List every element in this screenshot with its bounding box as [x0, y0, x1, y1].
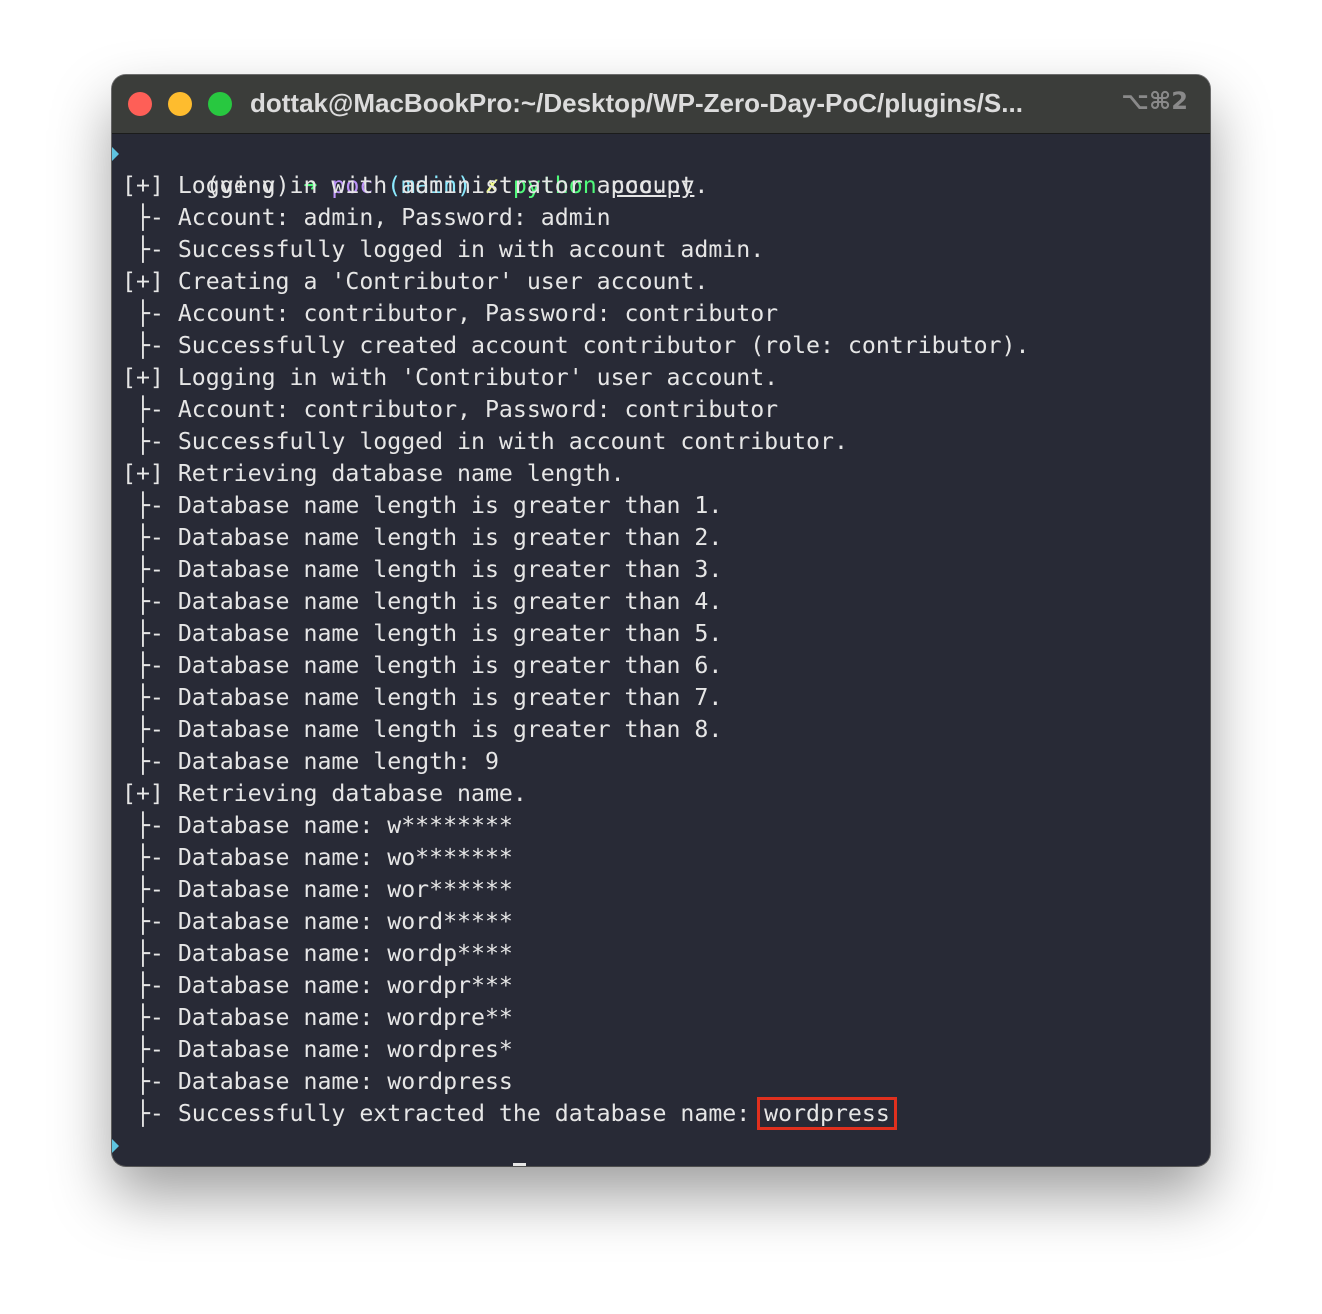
terminal-window: dottak@MacBookPro:~/Desktop/WP-Zero-Day-…: [112, 75, 1210, 1166]
output-line: ├- Account: contributor, Password: contr…: [122, 396, 779, 423]
prompt-git-branch: (main): [387, 1164, 485, 1166]
output-line: ├- Database name length is greater than …: [122, 524, 723, 551]
output-line: [+] Logging in with administrator accoun…: [122, 172, 709, 199]
output-block: [+] Logging in with administrator accoun…: [112, 170, 1210, 1098]
final-output-line: ├- Successfully extracted the database n…: [112, 1097, 1210, 1130]
output-line: ├- Database name: word*****: [122, 908, 513, 935]
output-line: ├- Database name: w********: [122, 812, 513, 839]
output-line: ├- Account: admin, Password: admin: [122, 204, 611, 231]
terminal-content[interactable]: (venv) ➜ poc (main) ✗ python poc.py [+] …: [112, 138, 1210, 1166]
window-title: dottak@MacBookPro:~/Desktop/WP-Zero-Day-…: [250, 88, 1023, 118]
output-line: ├- Database name length is greater than …: [122, 588, 723, 615]
zoom-button[interactable]: [208, 92, 232, 116]
title-bar[interactable]: dottak@MacBookPro:~/Desktop/WP-Zero-Day-…: [112, 75, 1210, 134]
output-line: ├- Database name length is greater than …: [122, 620, 723, 647]
output-line: ├- Database name length is greater than …: [122, 492, 723, 519]
output-line: ├- Database name length: 9: [122, 748, 499, 775]
prompt-dirty-icon: ✗: [485, 1164, 513, 1166]
output-line: ├- Database name: wor******: [122, 876, 513, 903]
output-line: ├- Database name length is greater than …: [122, 556, 723, 583]
prompt-marker-icon: [112, 1139, 119, 1153]
final-output-prefix: ├- Successfully extracted the database n…: [122, 1100, 765, 1127]
output-line: [+] Retrieving database name.: [122, 780, 527, 807]
output-line: ├- Database name: wo*******: [122, 844, 513, 871]
prompt-marker-icon: [112, 147, 119, 161]
output-line: ├- Database name length is greater than …: [122, 716, 723, 743]
highlighted-database-name: wordpress: [757, 1097, 897, 1130]
close-button[interactable]: [128, 92, 152, 116]
active-prompt-line[interactable]: (venv) ➜ poc (main) ✗: [112, 1130, 1210, 1166]
output-line: ├- Database name: wordpre**: [122, 1004, 513, 1031]
minimize-button[interactable]: [168, 92, 192, 116]
output-line: ├- Successfully created account contribu…: [122, 332, 1030, 359]
output-line: ├- Database name: wordpr***: [122, 972, 513, 999]
prompt-directory: poc: [331, 1164, 387, 1166]
output-line: ├- Successfully logged in with account a…: [122, 236, 765, 263]
output-line: ├- Database name length is greater than …: [122, 684, 723, 711]
command-line: (venv) ➜ poc (main) ✗ python poc.py: [112, 138, 1210, 199]
prompt-arrow-icon: ➜: [304, 1164, 332, 1166]
output-line: ├- Account: contributor, Password: contr…: [122, 300, 779, 327]
tab-shortcut-label: ⌥⌘2: [1121, 87, 1188, 115]
output-line: ├- Database name: wordpres*: [122, 1036, 513, 1063]
output-line: ├- Database name length is greater than …: [122, 652, 723, 679]
output-line: [+] Creating a 'Contributor' user accoun…: [122, 268, 709, 295]
prompt-venv: (venv): [206, 1164, 304, 1166]
output-line: ├- Database name: wordpress: [122, 1068, 513, 1095]
output-line: [+] Logging in with 'Contributor' user a…: [122, 364, 779, 391]
text-cursor[interactable]: [512, 1162, 526, 1166]
output-line: ├- Database name: wordp****: [122, 940, 513, 967]
output-line: [+] Retrieving database name length.: [122, 460, 625, 487]
output-line: ├- Successfully logged in with account c…: [122, 428, 848, 455]
